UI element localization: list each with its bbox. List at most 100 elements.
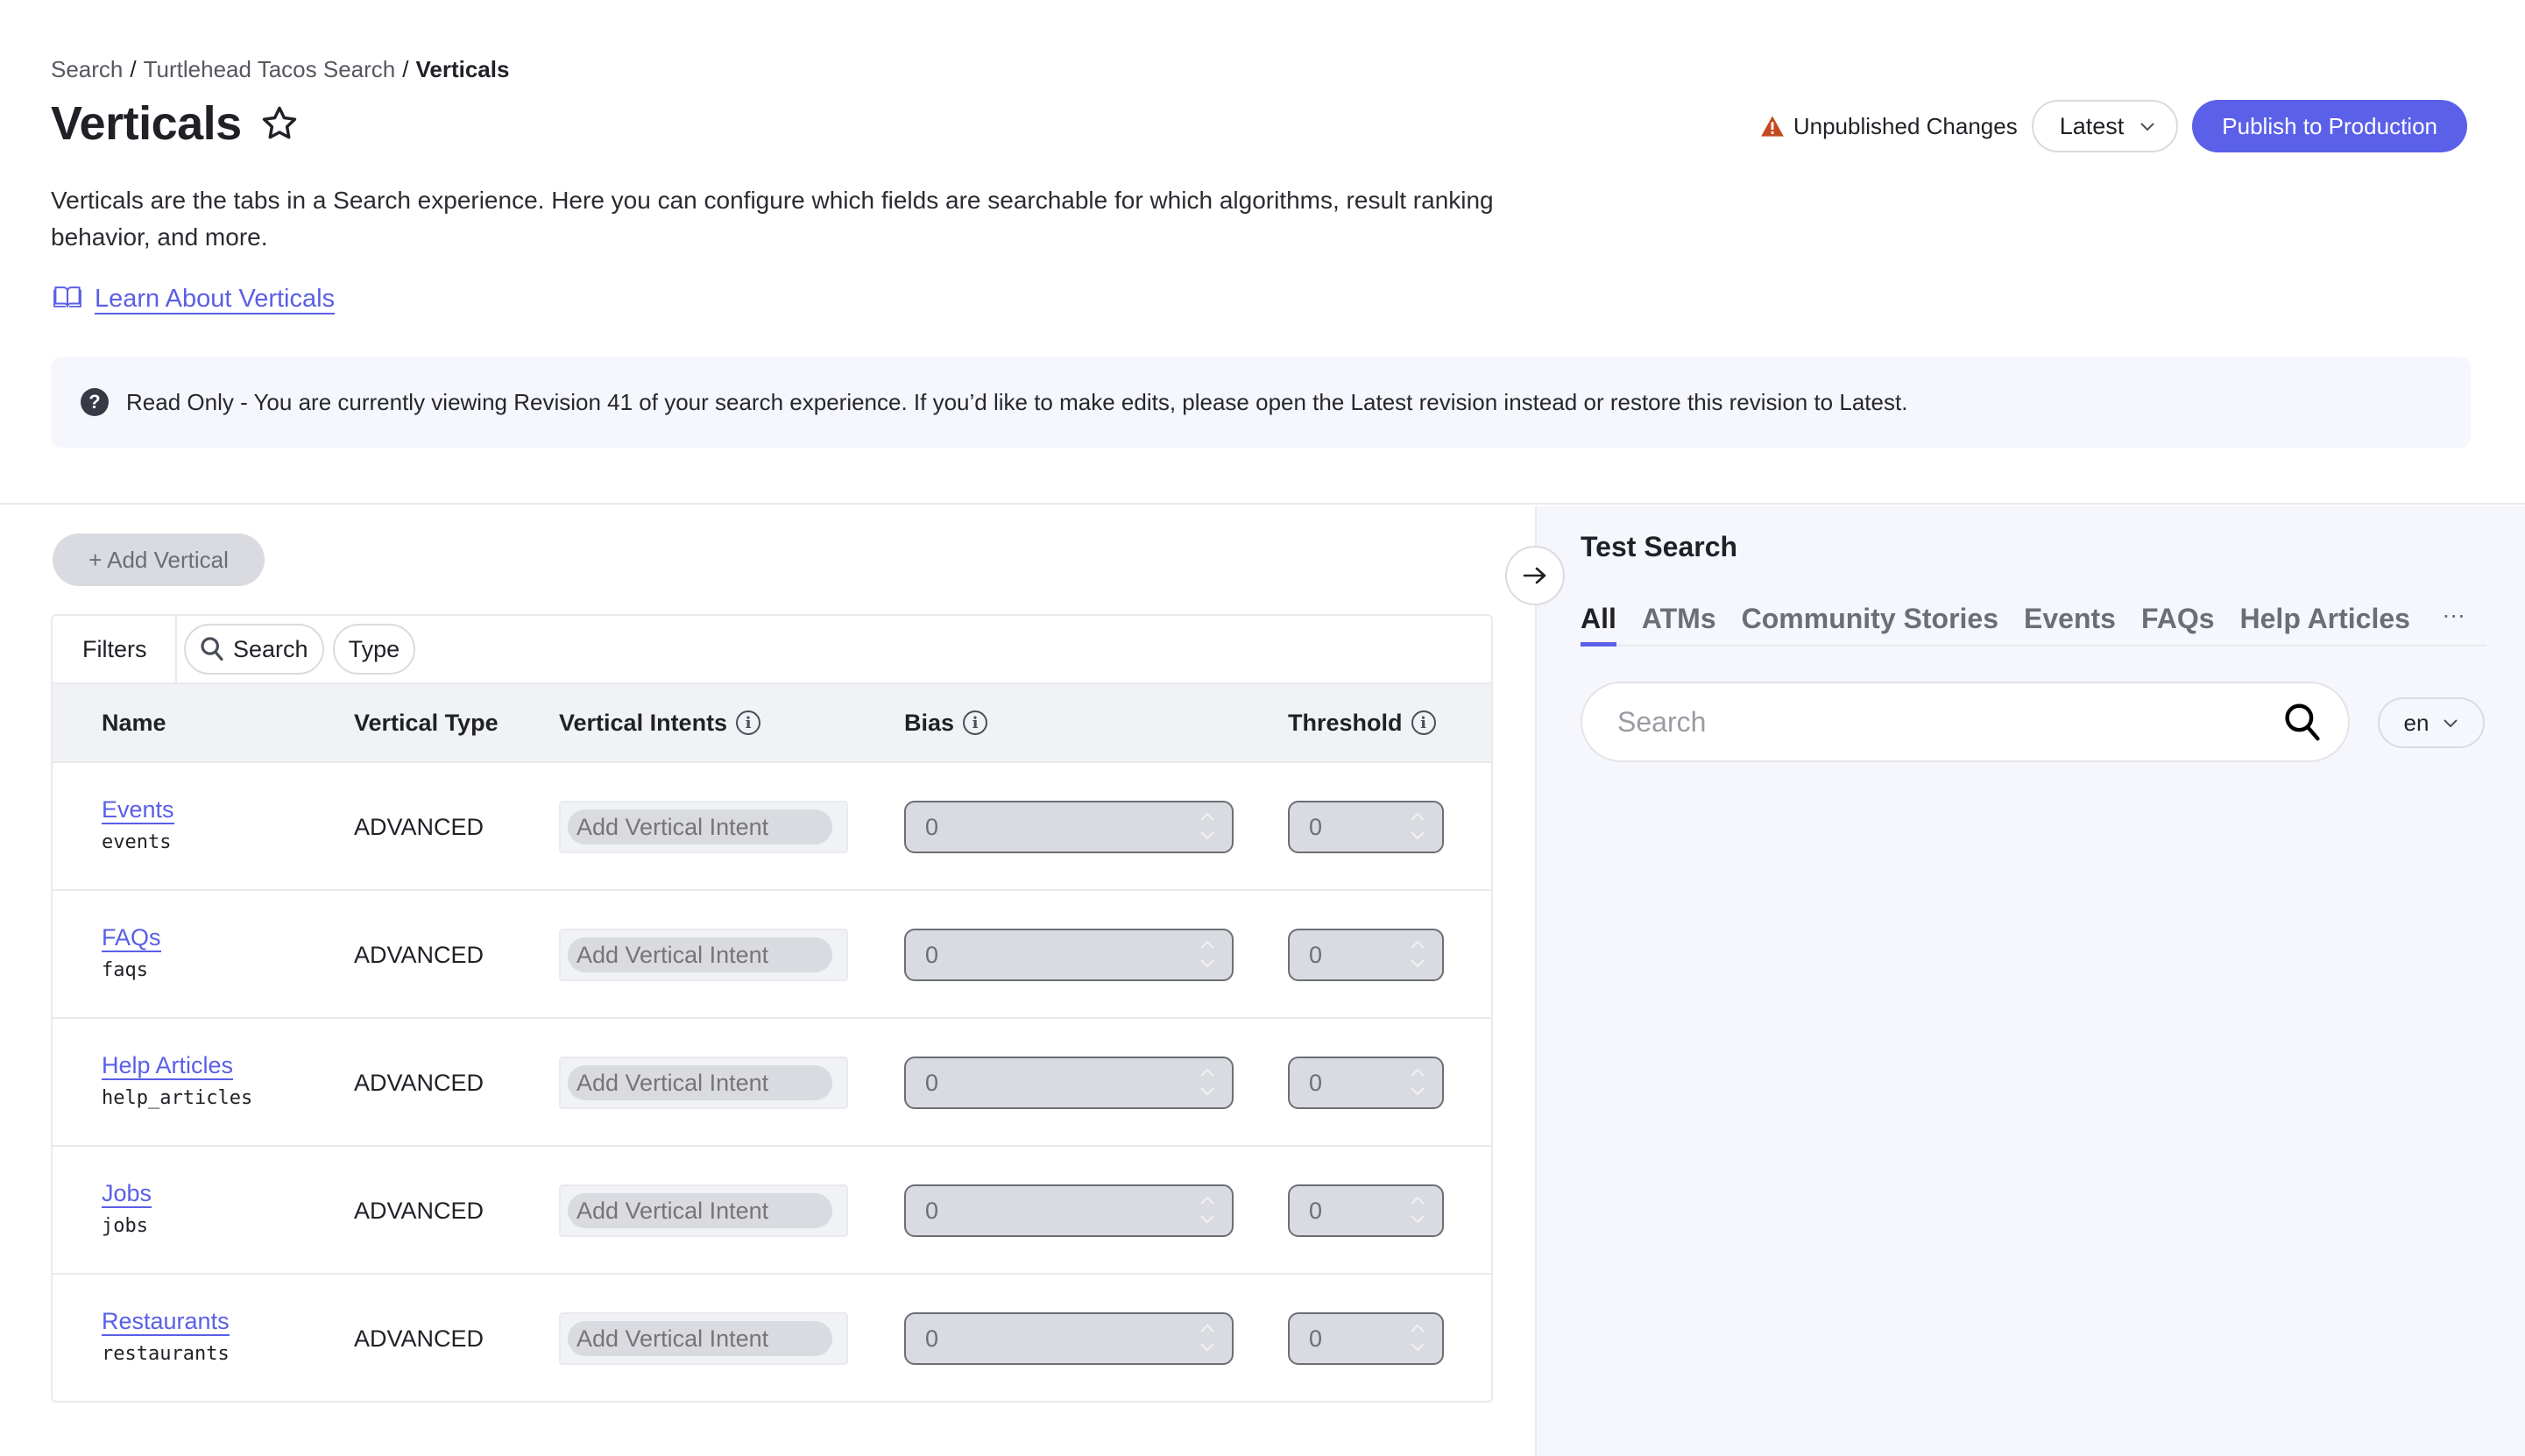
more-tabs-icon[interactable]: ... — [2443, 596, 2465, 624]
vertical-intents-field — [559, 1184, 848, 1237]
tab-help-articles[interactable]: Help Articles — [2240, 603, 2410, 645]
add-vertical-intent-input[interactable] — [568, 1065, 832, 1100]
vertical-name-link[interactable]: Events — [102, 796, 174, 824]
threshold-value: 0 — [1309, 813, 1323, 840]
test-search-panel: Test Search All ATMs Community Stories Even… — [1535, 506, 2525, 1456]
add-vertical-intent-input[interactable] — [568, 809, 832, 845]
stepper-icon[interactable] — [1409, 1323, 1426, 1353]
breadcrumb-separator: / — [402, 56, 409, 82]
name-cell: Restaurants restaurants — [102, 1308, 230, 1365]
stepper-icon[interactable] — [1199, 811, 1216, 841]
vertical-type: ADVANCED — [354, 1198, 484, 1224]
stepper-icon[interactable] — [1199, 1067, 1216, 1097]
info-icon[interactable]: i — [963, 710, 988, 735]
vertical-api-name: restaurants — [102, 1343, 230, 1365]
star-icon[interactable] — [259, 103, 300, 144]
vertical-name-link[interactable]: Restaurants — [102, 1308, 230, 1336]
bias-value: 0 — [925, 1325, 939, 1352]
stepper-icon[interactable] — [1199, 1195, 1216, 1225]
info-icon[interactable]: i — [736, 710, 761, 735]
threshold-input[interactable]: 0 — [1288, 1057, 1444, 1109]
unpublished-status: Unpublished Changes — [1760, 113, 2018, 140]
vertical-api-name: help_articles — [102, 1087, 253, 1109]
bias-input[interactable]: 0 — [904, 1312, 1234, 1365]
arrow-right-icon — [1523, 567, 1546, 584]
vertical-intents-field — [559, 1057, 848, 1109]
vertical-api-name: faqs — [102, 959, 148, 981]
stepper-icon[interactable] — [1409, 939, 1426, 969]
bias-value: 0 — [925, 1069, 939, 1096]
stepper-icon[interactable] — [1409, 1195, 1426, 1225]
filter-search-chip[interactable]: Search — [184, 624, 324, 675]
search-icon[interactable] — [2283, 702, 2322, 742]
vertical-type: ADVANCED — [354, 1070, 484, 1096]
column-header-label: Bias — [904, 709, 955, 736]
stepper-icon[interactable] — [1409, 811, 1426, 841]
add-vertical-intent-input[interactable] — [568, 937, 832, 972]
stepper-icon[interactable] — [1409, 1067, 1426, 1097]
test-search-input[interactable] — [1617, 705, 2283, 739]
language-select[interactable]: en — [2378, 697, 2485, 748]
threshold-value: 0 — [1309, 1069, 1323, 1096]
threshold-value: 0 — [1309, 1325, 1323, 1352]
add-vertical-button[interactable]: + Add Vertical — [53, 534, 265, 586]
tab-faqs[interactable]: FAQs — [2141, 603, 2215, 645]
add-vertical-intent-input[interactable] — [568, 1193, 832, 1228]
table-row: FAQs faqs ADVANCED 0 0 — [53, 891, 1491, 1019]
bias-input[interactable]: 0 — [904, 1057, 1234, 1109]
threshold-input[interactable]: 0 — [1288, 801, 1444, 853]
bias-input[interactable]: 0 — [904, 801, 1234, 853]
table-row: Jobs jobs ADVANCED 0 0 — [53, 1147, 1491, 1275]
tab-community-stories[interactable]: Community Stories — [1742, 603, 1998, 645]
header-actions: Unpublished Changes Latest Publish to Pr… — [1760, 100, 2467, 152]
vertical-intents-field — [559, 929, 848, 981]
tab-atms[interactable]: ATMs — [1642, 603, 1716, 645]
bias-input[interactable]: 0 — [904, 929, 1234, 981]
read-only-banner: ? Read Only - You are currently viewing … — [51, 357, 2471, 448]
read-only-text: Read Only - You are currently viewing Re… — [126, 388, 1908, 415]
collapse-panel-button[interactable] — [1505, 546, 1565, 605]
info-icon[interactable]: i — [1411, 710, 1436, 735]
table-row: Restaurants restaurants ADVANCED 0 0 — [53, 1275, 1491, 1401]
chevron-down-icon — [2140, 123, 2154, 131]
threshold-value: 0 — [1309, 1197, 1323, 1224]
breadcrumb-separator: / — [130, 56, 137, 82]
threshold-input[interactable]: 0 — [1288, 929, 1444, 981]
search-icon — [201, 637, 223, 661]
title-row: Verticals — [51, 96, 300, 151]
stepper-icon[interactable] — [1199, 939, 1216, 969]
filter-type-chip[interactable]: Type — [332, 624, 416, 675]
column-header-label: Name — [102, 709, 166, 736]
filter-row: Filters Search Type — [53, 616, 1491, 684]
vertical-api-name: events — [102, 831, 172, 853]
threshold-input[interactable]: 0 — [1288, 1184, 1444, 1237]
breadcrumb-turtlehead[interactable]: Turtlehead Tacos Search — [144, 56, 396, 82]
vertical-name-link[interactable]: Help Articles — [102, 1052, 234, 1080]
bias-input[interactable]: 0 — [904, 1184, 1234, 1237]
vertical-type: ADVANCED — [354, 942, 484, 968]
column-header-threshold: Threshold i — [1288, 710, 1436, 737]
page-description: Verticals are the tabs in a Search exper… — [51, 187, 1494, 251]
tab-all[interactable]: All — [1581, 603, 1616, 647]
tab-events[interactable]: Events — [2024, 603, 2116, 645]
add-vertical-intent-input[interactable] — [568, 1321, 832, 1356]
filter-search-label: Search — [233, 635, 308, 662]
unpublished-label: Unpublished Changes — [1793, 112, 2018, 139]
breadcrumb-search[interactable]: Search — [51, 56, 123, 82]
version-select[interactable]: Latest — [2031, 100, 2179, 152]
stepper-icon[interactable] — [1199, 1323, 1216, 1353]
column-header-vertical-intents: Vertical Intents i — [559, 710, 761, 737]
vertical-name-link[interactable]: FAQs — [102, 924, 161, 952]
chevron-down-icon — [2444, 719, 2458, 728]
threshold-value: 0 — [1309, 941, 1323, 968]
name-cell: Events events — [102, 796, 174, 853]
test-search-title: Test Search — [1581, 531, 1738, 562]
learn-about-verticals-link[interactable]: Learn About Verticals — [95, 285, 336, 315]
learn-link-row: Learn About Verticals — [53, 284, 336, 315]
threshold-input[interactable]: 0 — [1288, 1312, 1444, 1365]
version-select-value: Latest — [2059, 112, 2125, 139]
bias-value: 0 — [925, 941, 939, 968]
vertical-name-link[interactable]: Jobs — [102, 1180, 152, 1208]
publish-to-production-button[interactable]: Publish to Production — [2192, 100, 2467, 152]
column-header-bias: Bias i — [904, 709, 988, 737]
